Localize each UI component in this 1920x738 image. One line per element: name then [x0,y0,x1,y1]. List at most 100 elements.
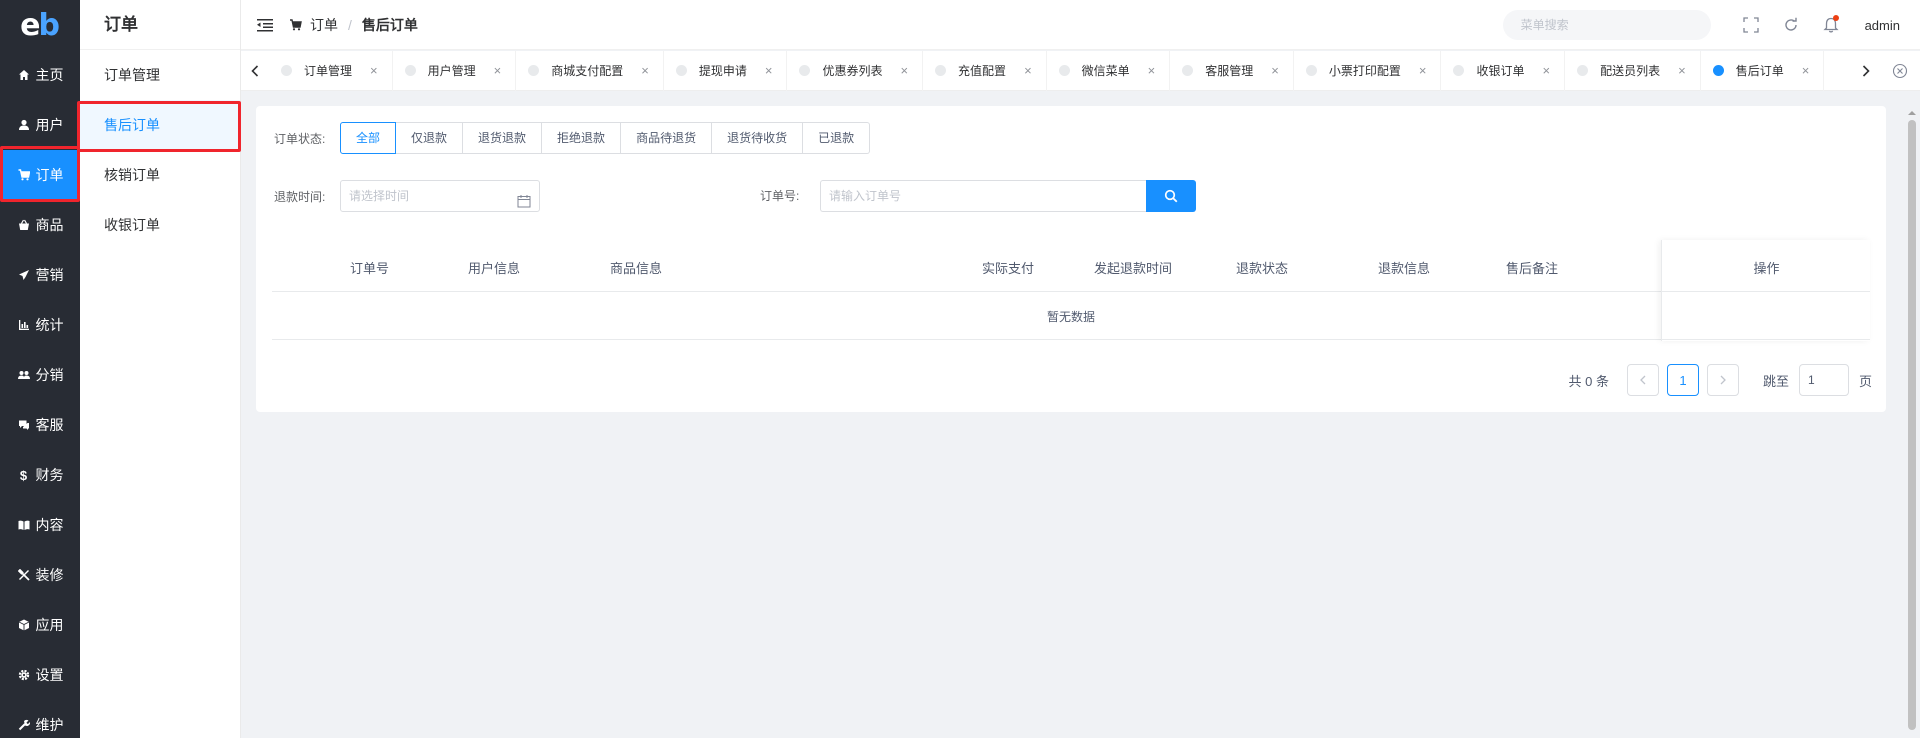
tab-close-icon[interactable]: × [1148,63,1156,78]
scrollbar-thumb[interactable] [1908,120,1916,730]
table-body: 暂无数据 [272,292,1870,340]
tab-close-icon[interactable]: × [765,63,773,78]
rail-item-marketing[interactable]: 营销 [0,250,80,300]
tabs-scroll-left-icon[interactable] [241,51,269,91]
col-after-sales-note: 售后备注 [1506,261,1559,276]
tab-withdraw-apply[interactable]: 提现申请 × [664,50,788,91]
menu-search-input[interactable]: 菜单搜索 [1502,10,1711,40]
rail-item-label: 营销 [35,267,64,283]
logo[interactable]: eb [0,0,80,50]
home-icon [17,68,31,82]
pagination-next-button[interactable] [1706,364,1739,396]
tab-dot [1058,65,1070,76]
tab-user-manage[interactable]: 用户管理 × [393,50,517,91]
tab-dot [1182,65,1194,76]
vertical-scrollbar[interactable] [1905,106,1919,738]
notification-bell-icon[interactable] [1811,15,1851,33]
user-name[interactable]: admin [1865,18,1900,33]
tab-order-manage[interactable]: 订单管理 × [269,50,393,91]
pagination-prev-button[interactable] [1626,364,1659,396]
rail-item-decoration[interactable]: 装修 [0,550,80,600]
col-order-no: 订单号 [350,261,390,276]
rail-item-distribution[interactable]: 分销 [0,350,80,400]
tab-close-icon[interactable]: × [1543,63,1551,78]
main-rail: eb 主页 用户 订单 商品 营销 统计 分销 客服 $ 财务 内容 装修 应用… [0,0,80,738]
tab-recharge-config[interactable]: 充值配置 × [923,50,1047,91]
tab-close-icon[interactable]: × [1419,63,1427,78]
pagination-page-1[interactable]: 1 [1666,364,1699,396]
submenu-item-verify-order[interactable]: 核销订单 [80,150,240,200]
rail-item-content[interactable]: 内容 [0,500,80,550]
tab-dot [1712,65,1724,76]
tab-cashier-order[interactable]: 收银订单 × [1441,50,1566,91]
status-option-all[interactable]: 全部 [340,122,397,154]
tab-close-icon[interactable]: × [1678,63,1686,78]
col-refund-info: 退款信息 [1378,261,1431,276]
tab-after-sales[interactable]: 售后订单 × [1701,50,1825,91]
status-filter-label: 订单状态: [274,131,326,146]
rail-item-label: 用户 [35,117,64,133]
tab-dot [1305,65,1317,76]
tab-payment-config[interactable]: 商城支付配置 × [516,50,664,91]
tab-close-icon[interactable]: × [1802,63,1810,78]
status-option-refund-rejected[interactable]: 拒绝退款 [542,122,622,154]
rail-item-maintenance[interactable]: 维护 [0,700,80,738]
status-option-return-refund[interactable]: 退货退款 [463,122,543,154]
tab-close-icon[interactable]: × [1024,63,1032,78]
tab-close-icon[interactable]: × [370,63,378,78]
tab-wechat-menu[interactable]: 微信菜单 × [1047,50,1171,91]
tab-label: 商城支付配置 [551,64,624,78]
tab-dot [528,65,540,76]
menu-fold-icon[interactable] [257,18,273,32]
rail-item-label: 统计 [35,317,64,333]
tabs-scroll-right-icon[interactable] [1852,51,1880,91]
tab-close-icon[interactable]: × [494,63,502,78]
status-radio-group: 全部 仅退款 退货退款 拒绝退款 商品待退货 退货待收货 已退款 [340,122,871,154]
rail-item-label: 商品 [35,217,64,233]
tab-service-manage[interactable]: 客服管理 × [1170,50,1294,91]
pagination-jump-input[interactable]: 1 [1798,364,1849,396]
tabs-close-all-icon[interactable] [1880,51,1920,91]
search-button[interactable] [1146,180,1196,212]
breadcrumb: 订单 / 售后订单 [289,15,418,35]
submenu-item-cashier-order[interactable]: 收银订单 [80,200,240,250]
col-user-info: 用户信息 [468,261,521,276]
rail-item-home[interactable]: 主页 [0,50,80,100]
table-header: 订单号 用户信息 商品信息 实际支付 发起退款时间 退款状态 退款信息 售后备注 [272,240,1870,292]
breadcrumb-parent[interactable]: 订单 [310,15,338,35]
logo-text-e: e [20,7,40,43]
tab-close-icon[interactable]: × [1271,63,1279,78]
search-icon [1164,189,1178,203]
order-no-label: 订单号: [760,189,800,203]
status-option-refund-only[interactable]: 仅退款 [396,122,464,154]
rail-item-label: 应用 [35,617,64,633]
tab-coupon-list[interactable]: 优惠券列表 × [787,50,924,91]
rail-item-apps[interactable]: 应用 [0,600,80,650]
rail-item-product[interactable]: 商品 [0,200,80,250]
order-no-input[interactable]: 请输入订单号 [820,180,1146,212]
tab-close-icon[interactable]: × [641,63,649,78]
col-refund-request-time: 发起退款时间 [1094,261,1173,276]
tab-label: 售后订单 [1735,64,1784,78]
rail-item-service[interactable]: 客服 [0,400,80,450]
tab-printer-config[interactable]: 小票打印配置 × [1294,50,1442,91]
rail-item-finance[interactable]: $ 财务 [0,450,80,500]
highlight-box-submenu [77,101,241,152]
rail-item-settings[interactable]: 设置 [0,650,80,700]
tab-label: 优惠券列表 [822,64,883,78]
status-option-refunded[interactable]: 已退款 [803,122,871,154]
book-icon [17,518,31,532]
rail-item-stats[interactable]: 统计 [0,300,80,350]
tab-close-icon[interactable]: × [900,63,908,78]
fullscreen-icon[interactable] [1731,17,1771,33]
refresh-icon[interactable] [1771,17,1811,33]
submenu-item-order-manage[interactable]: 订单管理 [80,50,240,100]
tab-label: 订单管理 [304,64,353,78]
breadcrumb-cart-icon [289,18,302,31]
status-option-awaiting-receipt[interactable]: 退货待收货 [712,122,804,154]
col-actions: 操作 [1753,261,1780,276]
rail-item-user[interactable]: 用户 [0,100,80,150]
tab-delivery-list[interactable]: 配送员列表 × [1565,50,1701,91]
status-option-awaiting-return[interactable]: 商品待退货 [621,122,713,154]
refund-time-picker[interactable]: 请选择时间 [340,180,540,212]
